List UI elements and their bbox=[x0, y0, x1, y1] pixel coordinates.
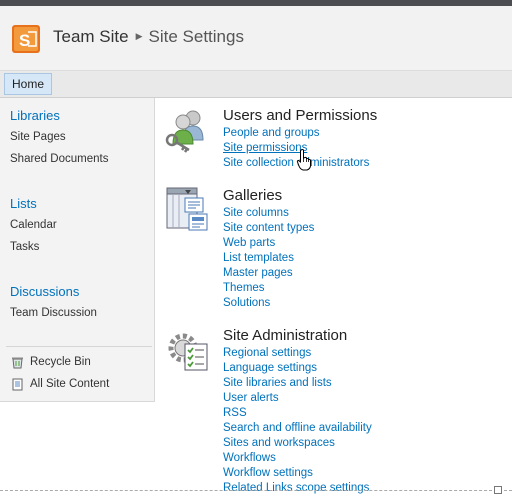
nav-item-team-discussion[interactable]: Team Discussion bbox=[10, 307, 97, 319]
nav-item-site-pages[interactable]: Site Pages bbox=[10, 131, 66, 143]
link-workflows[interactable]: Workflows bbox=[223, 451, 276, 465]
link-site-permissions[interactable]: Site permissions bbox=[223, 141, 307, 155]
nav-item-calendar[interactable]: Calendar bbox=[10, 219, 57, 231]
quick-launch: Libraries Site Pages Shared Documents Li… bbox=[0, 98, 155, 402]
nav-heading-libraries[interactable]: Libraries bbox=[10, 108, 60, 123]
link-solutions[interactable]: Solutions bbox=[223, 296, 270, 310]
selection-border bbox=[0, 490, 512, 491]
breadcrumb-site-title[interactable]: Team Site bbox=[53, 27, 129, 46]
link-related-links-scope-settings[interactable]: Related Links scope settings bbox=[223, 481, 369, 495]
all-site-content-icon bbox=[12, 378, 23, 391]
breadcrumb-current-page: Site Settings bbox=[148, 27, 244, 46]
breadcrumb-separator-icon: ▶ bbox=[135, 31, 143, 41]
nav-heading-lists[interactable]: Lists bbox=[10, 196, 37, 211]
nav-item-all-site-content[interactable]: All Site Content bbox=[30, 378, 109, 390]
nav-item-tasks[interactable]: Tasks bbox=[10, 241, 39, 253]
nav-item-shared-documents[interactable]: Shared Documents bbox=[10, 153, 108, 165]
link-site-libraries-and-lists[interactable]: Site libraries and lists bbox=[223, 376, 332, 390]
resize-handle[interactable] bbox=[494, 486, 502, 494]
settings-main: Users and Permissions People and groups … bbox=[155, 98, 512, 497]
link-workflow-settings[interactable]: Workflow settings bbox=[223, 466, 313, 480]
tab-home[interactable]: Home bbox=[4, 73, 53, 95]
recycle-bin-icon bbox=[12, 357, 23, 369]
link-language-settings[interactable]: Language settings bbox=[223, 361, 317, 375]
link-search-and-offline-availability[interactable]: Search and offline availability bbox=[223, 421, 372, 435]
link-web-parts[interactable]: Web parts bbox=[223, 236, 275, 250]
users-keys-icon bbox=[165, 110, 204, 153]
link-site-columns[interactable]: Site columns bbox=[223, 206, 289, 220]
nav-heading-discussions[interactable]: Discussions bbox=[10, 284, 79, 299]
hand-pointer-cursor-icon bbox=[296, 149, 311, 171]
link-master-pages[interactable]: Master pages bbox=[223, 266, 293, 280]
link-user-alerts[interactable]: User alerts bbox=[223, 391, 279, 405]
galleries-icon bbox=[166, 187, 208, 231]
link-site-content-types[interactable]: Site content types bbox=[223, 221, 314, 235]
sharepoint-logo-icon[interactable]: S bbox=[11, 24, 41, 54]
site-header: S Team Site ▶ Site Settings bbox=[0, 6, 512, 71]
top-nav-bar: Home bbox=[0, 71, 512, 98]
link-themes[interactable]: Themes bbox=[223, 281, 265, 295]
section-title-galleries: Galleries bbox=[223, 187, 283, 204]
link-rss[interactable]: RSS bbox=[223, 406, 247, 420]
nav-divider bbox=[6, 346, 152, 347]
section-title-users-permissions: Users and Permissions bbox=[223, 107, 378, 124]
link-people-and-groups[interactable]: People and groups bbox=[223, 126, 320, 140]
link-list-templates[interactable]: List templates bbox=[223, 251, 294, 265]
section-title-site-administration: Site Administration bbox=[223, 327, 348, 344]
svg-text:S: S bbox=[19, 31, 30, 50]
link-sites-and-workspaces[interactable]: Sites and workspaces bbox=[223, 436, 335, 450]
breadcrumb: Team Site ▶ Site Settings bbox=[53, 27, 244, 47]
site-admin-gear-icon bbox=[168, 333, 208, 371]
link-regional-settings[interactable]: Regional settings bbox=[223, 346, 311, 360]
nav-item-recycle-bin[interactable]: Recycle Bin bbox=[30, 356, 91, 368]
